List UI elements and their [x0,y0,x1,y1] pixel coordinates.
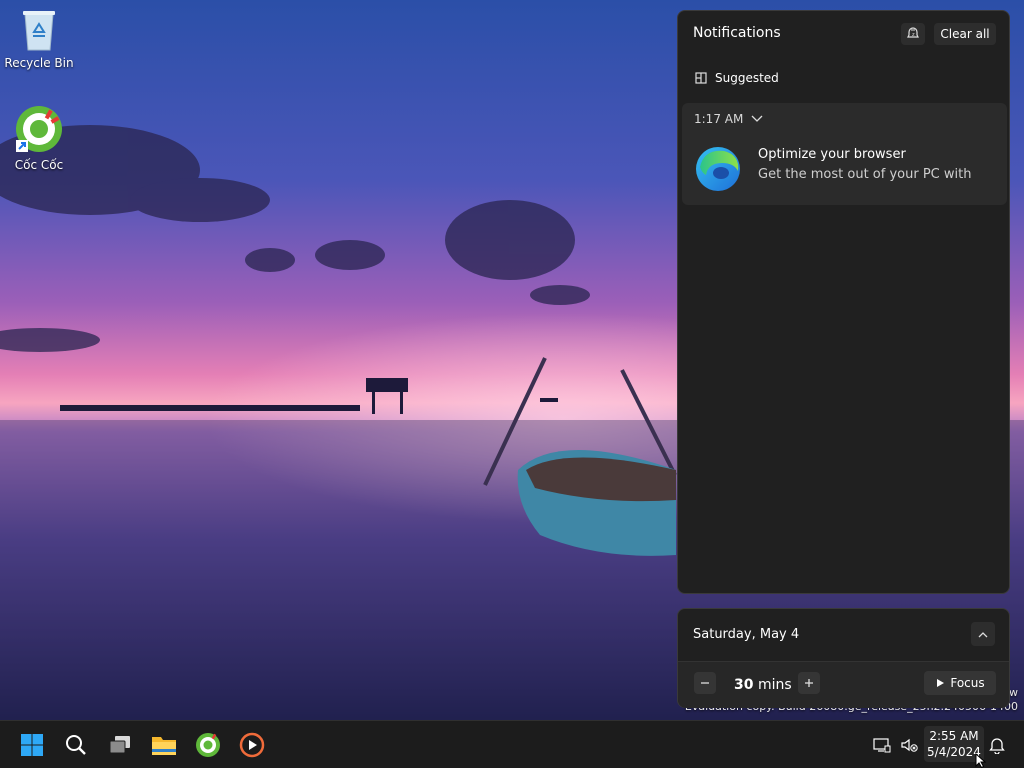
media-player-button[interactable] [236,729,268,761]
decrease-minutes-button[interactable] [694,672,716,694]
svg-text:z: z [912,32,915,38]
play-icon [937,679,945,687]
start-icon [21,734,43,756]
plus-icon [805,679,813,687]
notifications-title: Notifications [693,25,781,41]
file-explorer-icon [152,737,176,755]
do-not-disturb-button[interactable]: z [901,23,925,45]
desktop-icon-coccoc[interactable]: Cốc Cốc [1,104,77,172]
notification-center: Notifications z Clear all Suggested 1:17… [677,10,1010,594]
notification-body: Get the most out of your PC with [758,167,972,182]
edge-icon [696,147,740,191]
mouse-cursor-icon [975,753,987,768]
coccoc-icon [196,733,220,757]
task-view-icon [109,736,130,754]
notification-headline: Optimize your browser [758,147,906,162]
focus-duration: 30 mins [734,677,792,693]
coccoc-icon [16,106,62,152]
start-button[interactable] [16,729,48,761]
network-icon [873,738,891,753]
suggested-label: Suggested [715,71,779,85]
coccoc-taskbar-button[interactable] [192,729,224,761]
watermark-edition: w [1009,686,1018,699]
task-view-button[interactable] [104,729,136,761]
notifications-button[interactable] [984,729,1010,761]
suggested-icon [695,72,707,84]
clock-time: 2:55 AM [929,729,979,743]
recycle-bin-icon [23,11,55,51]
media-player-icon [239,732,265,758]
notification-item[interactable]: 1:17 AM Optimize your browser Get the mo… [682,103,1007,205]
notification-time-group[interactable]: 1:17 AM [694,112,763,126]
focus-button-label: Focus [950,676,985,690]
bell-icon [989,738,1005,754]
calendar-date: Saturday, May 4 [693,627,800,642]
notification-time: 1:17 AM [694,112,744,126]
desktop-icon-recycle-bin[interactable]: Recycle Bin [1,8,77,70]
taskbar: 2:55 AM 5/4/2024 [0,720,1024,768]
chevron-up-icon [978,631,988,637]
search-button[interactable] [60,729,92,761]
file-explorer-button[interactable] [148,729,180,761]
chevron-down-icon [751,115,763,122]
increase-minutes-button[interactable] [798,672,820,694]
volume-muted-icon [901,738,918,752]
focus-session-row: 30 mins Focus [678,661,1009,708]
desktop-icon-label: Cốc Cốc [14,158,64,172]
focus-button[interactable]: Focus [924,671,996,695]
focus-minutes-unit: mins [757,677,792,693]
calendar-panel: Saturday, May 4 30 mins Focus [677,608,1010,708]
suggested-header: Suggested [695,71,779,85]
network-button[interactable] [868,729,896,761]
desktop-icon-label: Recycle Bin [4,56,74,70]
minus-icon [701,682,709,684]
do-not-disturb-icon: z [907,27,919,38]
search-icon [66,735,86,755]
volume-button[interactable] [896,729,922,761]
calendar-collapse-button[interactable] [971,622,995,646]
focus-minutes-value: 30 [734,677,754,693]
clear-all-button[interactable]: Clear all [934,23,996,45]
